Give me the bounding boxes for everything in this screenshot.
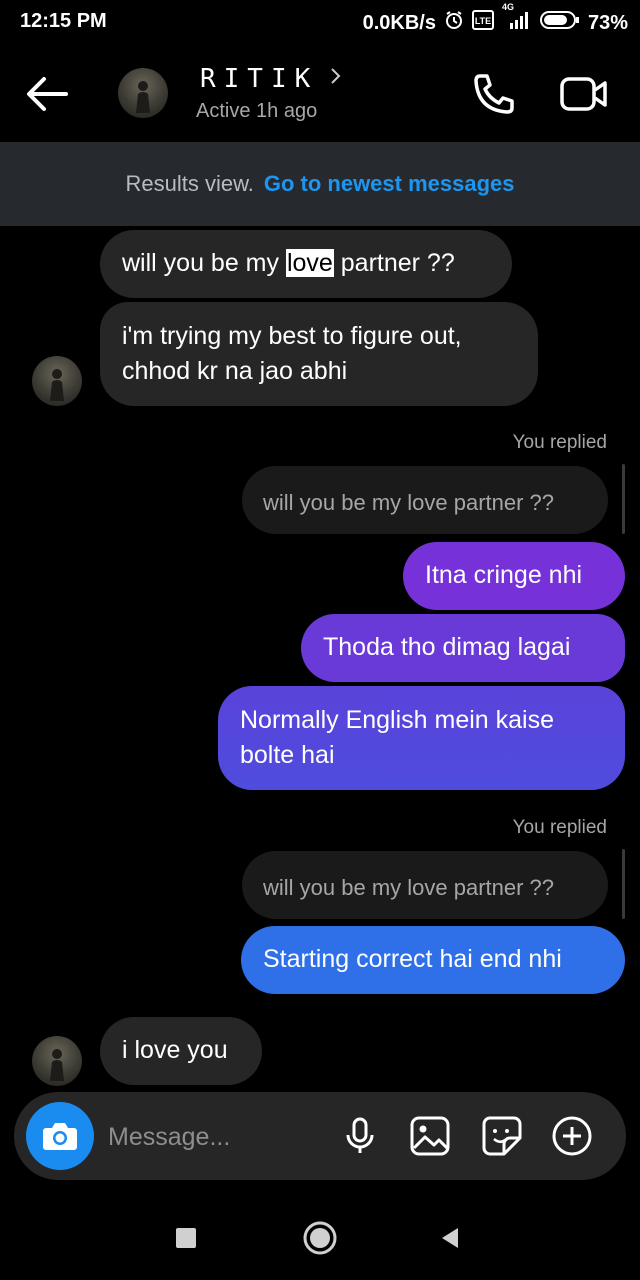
sender-avatar[interactable] xyxy=(32,356,82,406)
plus-icon[interactable] xyxy=(550,1114,594,1158)
reply-preview[interactable]: will you be my love partner ?? xyxy=(242,466,608,534)
message-input[interactable] xyxy=(106,1114,340,1160)
message-text: Starting correct hai end nhi xyxy=(263,945,562,973)
status-bar: 12:15 PM 0.0KB/s LTE 4G 73% xyxy=(0,0,640,44)
message-text: i love you xyxy=(122,1036,228,1064)
sticker-icon[interactable] xyxy=(480,1114,524,1158)
message-text-prefix: will you be my xyxy=(122,249,286,277)
battery-percent: 73% xyxy=(587,11,628,34)
message-outgoing[interactable]: Starting correct hai end nhi xyxy=(241,926,625,994)
replied-label: You replied xyxy=(512,432,607,453)
message-outgoing[interactable]: Itna cringe nhi xyxy=(403,542,625,610)
message-text-suffix: partner ?? xyxy=(333,249,455,277)
message-outgoing[interactable]: Normally English mein kaise bolte hai xyxy=(218,686,625,790)
reply-preview-text: will you be my love partner ?? xyxy=(263,490,555,515)
reply-bar xyxy=(622,849,625,919)
video-camera-icon[interactable] xyxy=(558,70,610,118)
camera-icon[interactable] xyxy=(26,1102,94,1170)
contact-name[interactable]: RITIK xyxy=(200,64,318,94)
reply-bar xyxy=(622,464,625,534)
reply-preview[interactable]: will you be my love partner ?? xyxy=(242,851,608,919)
results-view-text: Results view. xyxy=(125,171,254,196)
svg-text:LTE: LTE xyxy=(475,16,491,26)
recents-square-icon[interactable] xyxy=(174,1226,198,1250)
contact-avatar[interactable] xyxy=(118,68,168,118)
back-arrow-icon[interactable] xyxy=(24,74,74,114)
message-incoming[interactable]: will you be my love partner ?? xyxy=(100,230,512,298)
chevron-right-icon[interactable] xyxy=(330,66,342,92)
home-circle-icon[interactable] xyxy=(302,1220,338,1256)
volte-icon: LTE xyxy=(471,10,494,36)
message-incoming[interactable]: i'm trying my best to figure out, chhod … xyxy=(100,302,538,406)
status-time: 12:15 PM xyxy=(20,10,107,32)
phone-icon[interactable] xyxy=(470,70,518,118)
replied-label: You replied xyxy=(512,817,607,838)
gallery-icon[interactable] xyxy=(408,1114,452,1158)
signal-icon: 4G xyxy=(502,2,532,36)
alarm-icon xyxy=(444,10,464,36)
chat-header: RITIK Active 1h ago xyxy=(0,44,640,142)
message-incoming[interactable]: i love you xyxy=(100,1017,262,1085)
net-speed: 0.0KB/s xyxy=(362,11,436,34)
microphone-icon[interactable] xyxy=(338,1114,382,1158)
sender-avatar[interactable] xyxy=(32,1036,82,1086)
message-composer xyxy=(14,1092,626,1180)
message-text: Thoda tho dimag lagai xyxy=(323,633,571,661)
message-text: Itna cringe nhi xyxy=(425,561,583,589)
active-status: Active 1h ago xyxy=(196,100,318,122)
status-indicators: 0.0KB/s LTE 4G 73% xyxy=(362,2,628,36)
go-to-newest-link[interactable]: Go to newest messages xyxy=(264,171,515,197)
system-nav-bar xyxy=(0,1196,640,1280)
battery-icon xyxy=(539,10,580,36)
search-highlight: love xyxy=(285,249,334,277)
results-banner: Results view. Go to newest messages xyxy=(0,142,640,226)
reply-preview-text: will you be my love partner ?? xyxy=(263,875,555,900)
network-label: 4G xyxy=(501,2,514,12)
message-outgoing[interactable]: Thoda tho dimag lagai xyxy=(301,614,625,682)
message-text: Normally English mein kaise bolte hai xyxy=(240,706,555,769)
back-triangle-icon[interactable] xyxy=(438,1226,462,1250)
message-text: i'm trying my best to figure out, chhod … xyxy=(122,322,462,385)
